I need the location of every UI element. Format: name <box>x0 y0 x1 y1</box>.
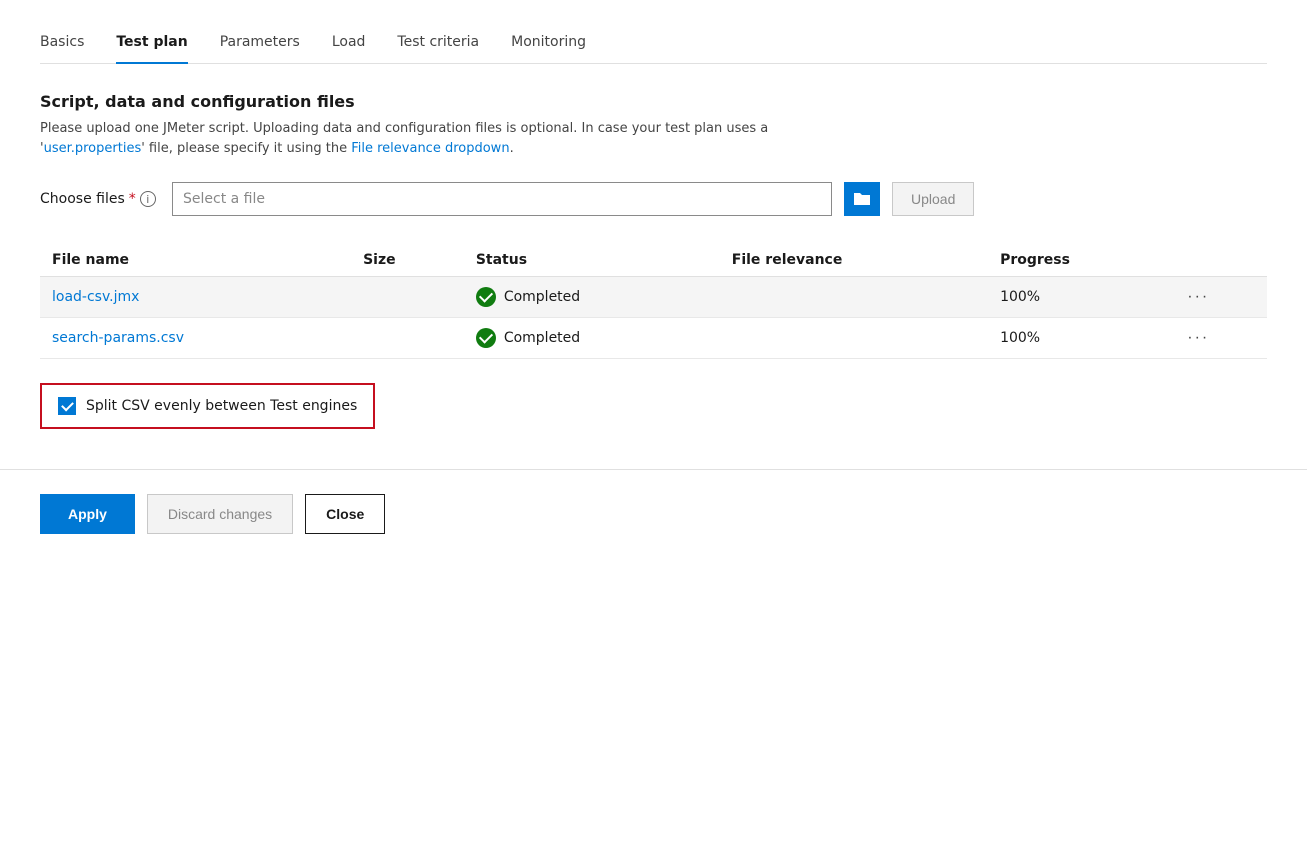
choose-files-row: Choose files * i Select a file Upload <box>40 182 1267 216</box>
file-relevance-dropdown-link[interactable]: File relevance dropdown <box>351 141 509 156</box>
cell-status-0: Completed <box>464 277 720 318</box>
browse-folder-button[interactable] <box>844 182 880 216</box>
table-header: File name Size Status File relevance Pro… <box>40 244 1267 277</box>
file-input[interactable]: Select a file <box>172 182 832 216</box>
close-button[interactable]: Close <box>305 494 385 534</box>
cell-progress-0: 100% <box>988 277 1175 318</box>
status-text-1: Completed <box>504 330 580 346</box>
choose-files-label: Choose files * i <box>40 191 160 207</box>
upload-button[interactable]: Upload <box>892 182 974 216</box>
table-row: load-csv.jmx Completed 100% ··· <box>40 277 1267 318</box>
folder-icon <box>853 191 871 207</box>
info-icon[interactable]: i <box>140 191 156 207</box>
cell-more-1[interactable]: ··· <box>1175 318 1267 359</box>
section-title: Script, data and configuration files <box>40 92 1267 111</box>
cell-filename-1[interactable]: search-params.csv <box>40 318 351 359</box>
required-star: * <box>129 191 136 207</box>
col-progress: Progress <box>988 244 1175 277</box>
cell-size-0 <box>351 277 464 318</box>
more-options-button-0[interactable]: ··· <box>1187 288 1209 306</box>
tab-load[interactable]: Load <box>332 24 366 64</box>
tab-parameters[interactable]: Parameters <box>220 24 300 64</box>
file-relevance-link[interactable]: user.properties <box>44 141 142 156</box>
files-table: File name Size Status File relevance Pro… <box>40 244 1267 359</box>
cell-status-1: Completed <box>464 318 720 359</box>
col-size: Size <box>351 244 464 277</box>
col-status: Status <box>464 244 720 277</box>
more-options-button-1[interactable]: ··· <box>1187 329 1209 347</box>
cell-relevance-0 <box>720 277 988 318</box>
section-description: Please upload one JMeter script. Uploadi… <box>40 119 860 158</box>
apply-button[interactable]: Apply <box>40 494 135 534</box>
cell-size-1 <box>351 318 464 359</box>
footer-actions: Apply Discard changes Close <box>40 470 1267 558</box>
file-input-placeholder: Select a file <box>183 191 265 207</box>
split-csv-label: Split CSV evenly between Test engines <box>86 398 357 414</box>
cell-more-0[interactable]: ··· <box>1175 277 1267 318</box>
discard-changes-button[interactable]: Discard changes <box>147 494 293 534</box>
cell-progress-1: 100% <box>988 318 1175 359</box>
tab-bar: Basics Test plan Parameters Load Test cr… <box>40 24 1267 64</box>
split-csv-checkbox-container[interactable]: Split CSV evenly between Test engines <box>40 383 375 429</box>
cell-filename-0[interactable]: load-csv.jmx <box>40 277 351 318</box>
tab-basics[interactable]: Basics <box>40 24 84 64</box>
col-actions <box>1175 244 1267 277</box>
tab-test-plan[interactable]: Test plan <box>116 24 187 64</box>
status-check-icon-1 <box>476 328 496 348</box>
table-body: load-csv.jmx Completed 100% ··· search- <box>40 277 1267 359</box>
col-file-relevance: File relevance <box>720 244 988 277</box>
tab-test-criteria[interactable]: Test criteria <box>397 24 479 64</box>
cell-relevance-1 <box>720 318 988 359</box>
table-row: search-params.csv Completed 100% ··· <box>40 318 1267 359</box>
status-check-icon-0 <box>476 287 496 307</box>
status-text-0: Completed <box>504 289 580 305</box>
split-csv-checkbox[interactable] <box>58 397 76 415</box>
tab-monitoring[interactable]: Monitoring <box>511 24 586 64</box>
col-filename: File name <box>40 244 351 277</box>
